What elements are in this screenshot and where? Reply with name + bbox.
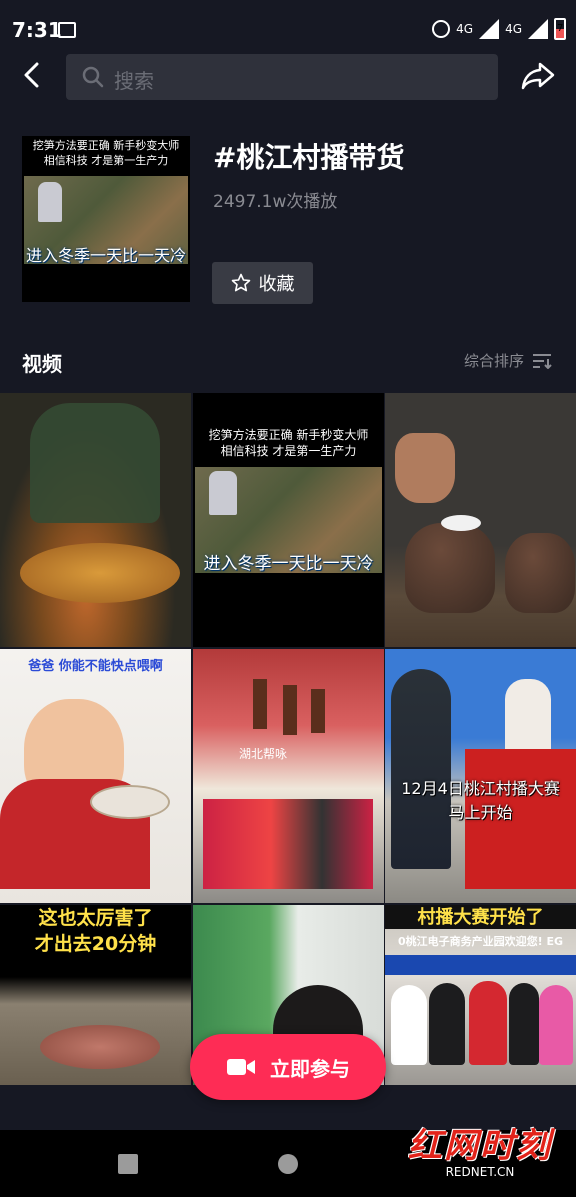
sort-button[interactable]: 综合排序 [464, 350, 552, 371]
thumbnail-art [203, 799, 373, 889]
video-thumbnail[interactable] [385, 393, 576, 647]
star-icon [231, 273, 250, 292]
video-thumbnail[interactable]: 湖北帮咏 [193, 649, 384, 903]
status-bar: 7:31 4G 4G 7 [0, 0, 576, 60]
video-caption-top: 村播大赛开始了 [417, 907, 544, 928]
search-placeholder: 搜索 [114, 69, 154, 93]
video-caption-top: 爸爸 你能不能快点喂啊 [28, 659, 163, 674]
thumbnail-art [391, 669, 451, 869]
video-thumbnail[interactable] [0, 393, 191, 647]
video-caption-bottom: 0桃江电子商务产业园欢迎您! EG [397, 935, 564, 948]
share-icon[interactable] [520, 61, 556, 91]
thumbnail-art [30, 403, 160, 523]
thumbnail-art [509, 983, 539, 1065]
status-time: 7:31 [12, 18, 62, 42]
topic-title: #桃江村播带货 [213, 141, 405, 174]
video-caption-top: 湖北帮咏 [239, 747, 288, 761]
image-notification-icon [58, 22, 76, 38]
thumbnail-art [90, 785, 170, 819]
thumbnail-art [469, 981, 507, 1065]
thumbnail-art [391, 985, 427, 1065]
cover-person [38, 182, 62, 222]
battery-level: 7 [557, 23, 564, 34]
search-icon [82, 66, 104, 88]
play-count: 2497.1w次播放 [213, 192, 338, 212]
topic-cover-image: 挖笋方法要正确 新手秒变大师 相信科技 才是第一生产力 进入冬季一天比一天冷 [22, 136, 190, 302]
thumbnail-art [505, 533, 575, 613]
thumbnail-art [20, 543, 180, 603]
video-caption-top: 这也太厉害了 才出去20分钟 [34, 907, 157, 955]
watermark-main: 红网时刻 [408, 1126, 552, 1166]
sort-label: 综合排序 [463, 352, 524, 370]
video-thumbnail[interactable]: 这也太厉害了 才出去20分钟 [0, 905, 191, 1085]
status-icons: 4G 4G 7 [432, 18, 566, 40]
recents-nav-icon[interactable] [118, 1154, 138, 1174]
back-arrow-icon[interactable] [20, 62, 46, 88]
battery-icon: 7 [554, 18, 566, 40]
thumbnail-art [539, 985, 573, 1065]
network-label-1: 4G [456, 22, 474, 36]
cover-caption-bottom: 进入冬季一天比一天冷 [25, 246, 186, 265]
alarm-icon [432, 20, 451, 38]
thumbnail-art [395, 433, 455, 503]
thumbnail-art [441, 515, 481, 531]
thumbnail-art [405, 523, 495, 613]
thumbnail-art [429, 983, 465, 1065]
cover-caption-top: 挖笋方法要正确 新手秒变大师 相信科技 才是第一生产力 [32, 139, 180, 167]
watermark-logo: 红网时刻 REDNET.CN [408, 1118, 552, 1179]
search-input[interactable]: 搜索 [66, 54, 498, 100]
sort-icon [533, 353, 552, 369]
thumbnail-art [311, 689, 325, 733]
watermark-sub: REDNET.CN [445, 1165, 515, 1179]
thumbnail-art [385, 955, 576, 975]
network-label-2: 4G [505, 22, 522, 36]
video-caption-top: 挖笋方法要正确 新手秒变大师 相信科技 才是第一生产力 [208, 428, 369, 458]
signal-icon [479, 19, 500, 39]
thumbnail-art [283, 685, 297, 735]
favorite-label: 收藏 [258, 274, 295, 295]
video-thumbnail[interactable]: 村播大赛开始了 0桃江电子商务产业园欢迎您! EG [385, 905, 576, 1085]
video-caption-top: 12月4日桃江村播大赛 马上开始 [401, 779, 560, 822]
videos-section-title: 视频 [22, 352, 62, 376]
thumbnail-art [253, 679, 267, 729]
join-button-label: 立即参与 [270, 1056, 350, 1081]
thumbnail-art [209, 471, 237, 515]
video-thumbnail[interactable]: 12月4日桃江村播大赛 马上开始 [385, 649, 576, 903]
video-thumbnail[interactable]: 挖笋方法要正确 新手秒变大师 相信科技 才是第一生产力 进入冬季一天比一天冷 [193, 393, 384, 647]
top-bar: 搜索 [0, 54, 576, 100]
thumbnail-art [40, 1025, 160, 1069]
video-camera-icon [227, 1059, 255, 1075]
video-thumbnail[interactable]: 爸爸 你能不能快点喂啊 [0, 649, 191, 903]
thumbnail-art [505, 679, 551, 759]
join-button[interactable]: 立即参与 [190, 1034, 386, 1100]
favorite-button[interactable]: 收藏 [212, 262, 313, 304]
home-nav-icon[interactable] [278, 1154, 298, 1174]
video-caption-bottom: 进入冬季一天比一天冷 [203, 554, 374, 574]
signal-icon-2 [528, 19, 548, 39]
